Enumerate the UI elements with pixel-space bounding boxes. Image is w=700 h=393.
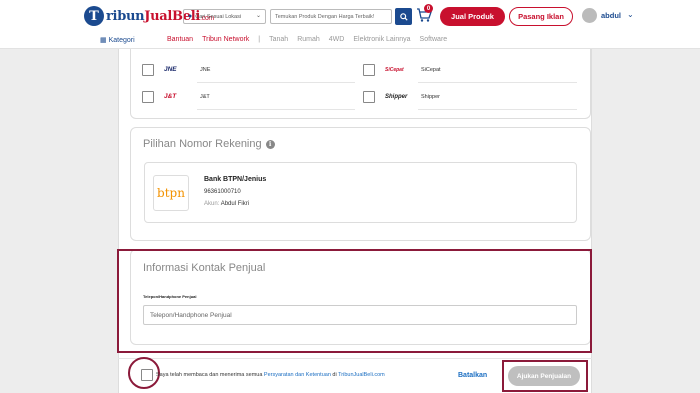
courier-name: JNE [200,66,211,73]
highlight-box-submit [502,360,588,392]
courier-option-jne[interactable]: JNE JNE [142,62,210,77]
courier-checkbox[interactable] [363,90,375,103]
courier-option-jnt[interactable]: J&T J&T [142,89,210,104]
nav-link-4wd[interactable]: 4WD [329,36,345,43]
divider [118,358,592,359]
jne-logo: JNE [164,66,177,73]
account-holder: Akun: Abdul Fikri [204,201,250,207]
cart-count-badge: 0 [424,4,433,13]
location-pin-icon: ● [188,13,193,20]
courier-checkbox[interactable] [142,90,154,103]
courier-checkbox[interactable] [142,63,154,76]
avatar[interactable] [582,8,597,23]
courier-option-sicepat[interactable]: SiCepat SiCepat [363,62,441,77]
courier-name: SiCepat [421,66,441,73]
terms-link[interactable]: Persyaratan dan Ketentuan [264,372,331,378]
chevron-down-icon[interactable]: ⌄ [627,10,634,19]
sicepat-logo: SiCepat [385,66,404,73]
shipper-logo: Shipper [385,93,408,100]
btpn-logo: btpn [153,175,189,211]
info-icon[interactable]: i [265,139,275,149]
nav-links: Bantuan Tribun Network | Tanah Rumah 4WD… [167,36,447,43]
logo-mark: T [84,6,104,26]
site-link[interactable]: TribunJualBeli.com [338,372,385,378]
cancel-button[interactable]: Batalkan [458,372,487,379]
grid-icon: ▦ [100,37,107,44]
search-button[interactable] [395,8,412,25]
pasang-iklan-button[interactable]: Pasang Iklan [509,7,573,26]
nav-link-elektronik[interactable]: Elektronik Lainnya [353,36,410,43]
nav-link-software[interactable]: Software [420,36,448,43]
divider [418,82,577,83]
location-select[interactable]: ● Cari Sesuai Lokasi ⌄ [183,9,266,24]
account-number: 96361000710 [204,189,241,195]
nav-link-tribun-network[interactable]: Tribun Network [202,36,249,43]
search-input[interactable]: Temukan Produk Dengan Harga Terbaik! [270,9,392,24]
divider [418,109,577,110]
jual-produk-button[interactable]: Jual Produk [440,7,505,26]
search-icon [399,12,408,21]
divider [197,109,355,110]
username[interactable]: abdul [601,11,621,20]
courier-option-shipper[interactable]: Shipper Shipper [363,89,440,104]
nav-separator: | [258,36,261,43]
chevron-down-icon: ⌄ [255,13,261,19]
nav-link-rumah[interactable]: Rumah [297,36,320,43]
nav-link-bantuan[interactable]: Bantuan [167,36,193,43]
kategori-menu[interactable]: ▦ Kategori [100,36,135,45]
jnt-logo: J&T [164,93,177,100]
divider [197,82,355,83]
courier-name: J&T [200,93,210,100]
bank-name: Bank BTPN/Jenius [204,176,267,183]
courier-name: Shipper [421,93,440,100]
agree-text: Saya telah membaca dan menerima semua Pe… [156,372,385,378]
nav-link-tanah[interactable]: Tanah [269,36,288,43]
highlight-box-kontak [117,249,592,353]
courier-checkbox[interactable] [363,63,375,76]
location-placeholder: Cari Sesuai Lokasi [195,13,242,20]
rekening-title: Pilihan Nomor Rekening i [143,138,275,150]
category-nav: ▦ Kategori Bantuan Tribun Network | Tana… [0,33,700,49]
